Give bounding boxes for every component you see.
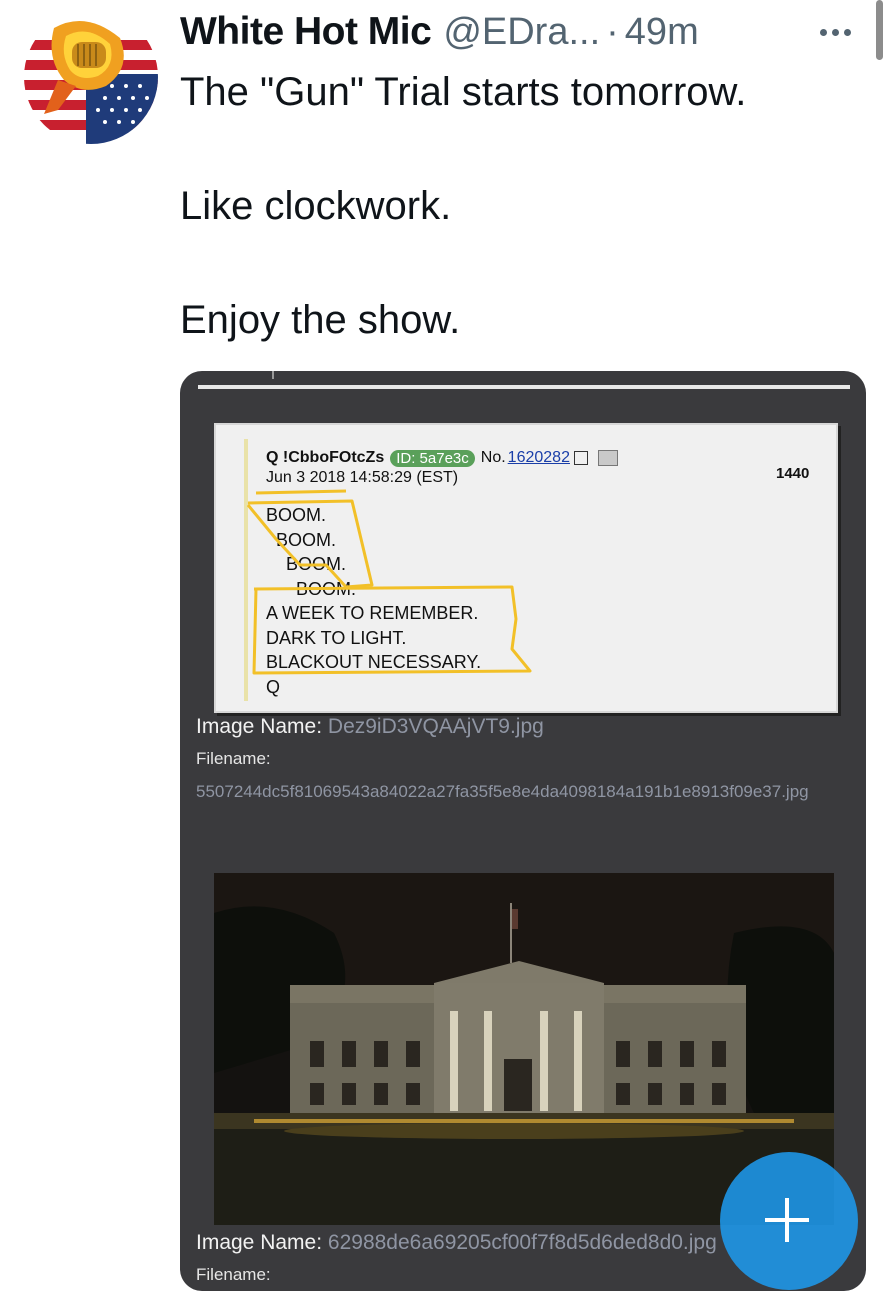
filename-label: Filename: xyxy=(196,1265,271,1284)
qpost-name: Q !CbboFOtcZs xyxy=(266,449,385,466)
tweet-line: The "Gun" Trial starts tomorrow. xyxy=(180,70,747,114)
qpost-count: 1440 xyxy=(776,465,810,482)
image-name-value[interactable]: Dez9iD3VQAAjVT9.jpg xyxy=(328,715,544,738)
folder-icon xyxy=(597,450,618,466)
image-name-label: Image Name: xyxy=(196,1231,323,1254)
qpost-header: Q !CbboFOtcZs ID: 5a7e3c No. 1620282 xyxy=(266,449,618,467)
author-display-name[interactable]: White Hot Mic xyxy=(180,10,432,54)
qpost-number: 1620282 xyxy=(507,449,570,466)
qpost-no-label: No. xyxy=(480,449,506,466)
qpost-line: DARK TO LIGHT. xyxy=(266,627,407,648)
image-name-value[interactable]: 62988de6a69205cf00f7f8d5d6ded8d0.jpg xyxy=(328,1231,717,1254)
qpost-body: BOOM. BOOM. BOOM. BOOM. A WEEK TO REMEMB… xyxy=(266,503,481,699)
tweet-media-card[interactable]: Q !CbboFOtcZs ID: 5a7e3c No. 1620282 Jun… xyxy=(180,371,866,1291)
header-separator: · xyxy=(606,10,619,53)
qpost-screenshot: Q !CbboFOtcZs ID: 5a7e3c No. 1620282 Jun… xyxy=(214,423,838,713)
qpost-date: Jun 3 2018 14:58:29 (EST) xyxy=(266,469,459,486)
compose-button[interactable] xyxy=(720,1152,858,1290)
qpost-line: A WEEK TO REMEMBER. xyxy=(266,603,479,623)
tweet-header: White Hot Mic @EDra... · 49m xyxy=(180,6,699,58)
scroll-indicator[interactable] xyxy=(876,0,883,60)
avatar[interactable] xyxy=(24,10,158,144)
external-link-icon xyxy=(573,451,588,465)
qpost-id-badge: ID: 5a7e3c xyxy=(390,449,475,467)
image1-name: Image Name: Dez9iD3VQAAjVT9.jpg xyxy=(196,715,544,739)
divider xyxy=(198,385,850,389)
qpost-line: Q xyxy=(266,676,281,697)
qpost-quote-bar xyxy=(244,439,248,701)
image2-name: Image Name: 62988de6a69205cf00f7f8d5d6de… xyxy=(196,1231,717,1255)
filename-label: Filename: xyxy=(196,749,271,768)
more-horizontal-icon[interactable] xyxy=(820,22,864,42)
author-handle[interactable]: @EDra... xyxy=(443,11,600,54)
qpost-line: BOOM. xyxy=(266,529,337,550)
filename-value[interactable]: 5507244dc5f81069543a84022a27fa35f5e8e4da… xyxy=(196,777,856,806)
image-name-label: Image Name: xyxy=(196,715,323,738)
avatar-flag-mic-image xyxy=(24,10,158,144)
qpost-line: BOOM. xyxy=(266,554,347,574)
qpost-line: BOOM. xyxy=(266,578,357,599)
tweet-line: Enjoy the show. xyxy=(180,298,461,342)
qpost-line: BLACKOUT NECESSARY. xyxy=(266,652,482,672)
top-tick xyxy=(272,371,274,379)
qpost-line: BOOM. xyxy=(266,505,327,525)
tweet-text: The "Gun" Trial starts tomorrow. Like cl… xyxy=(180,64,746,349)
tweet-timestamp[interactable]: 49m xyxy=(625,11,699,54)
tweet-line: Like clockwork. xyxy=(180,184,452,228)
